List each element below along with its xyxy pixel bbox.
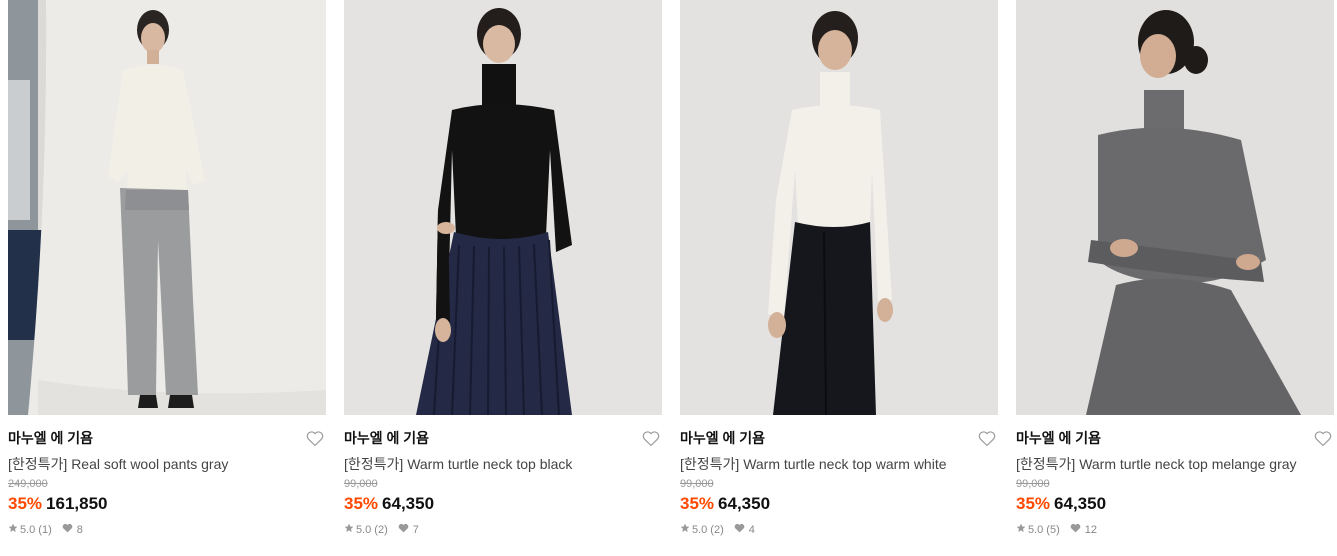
sale-price: 64,350 <box>718 494 771 513</box>
brand-name[interactable]: 마누엘 에 기욤 <box>1016 430 1334 447</box>
like-count: 7 <box>412 524 419 536</box>
heart-filled-icon <box>734 523 745 537</box>
like-count: 4 <box>748 524 755 536</box>
rating-value: 5.0 <box>356 524 372 536</box>
star-icon <box>1016 523 1026 537</box>
price-row: 35% 64,350 <box>1016 494 1334 514</box>
discount-rate: 35% <box>680 494 715 513</box>
product-image[interactable] <box>8 0 326 415</box>
product-card[interactable]: 마누엘 에 기욤 [한정특가] Warm turtle neck top war… <box>680 0 998 537</box>
product-info: 마누엘 에 기욤 [한정특가] Warm turtle neck top war… <box>680 415 998 537</box>
discount-rate: 35% <box>344 494 379 513</box>
heart-filled-icon <box>1070 523 1081 537</box>
original-price: 99,000 <box>344 478 378 490</box>
price-row: 35% 64,350 <box>680 494 998 514</box>
product-stats: 5.0 (2) 7 <box>344 523 662 537</box>
product-grid: 마누엘 에 기욤 [한정특가] Real soft wool pants gra… <box>0 0 1337 556</box>
discount-rate: 35% <box>1016 494 1051 513</box>
heart-filled-icon <box>398 523 409 537</box>
brand-name[interactable]: 마누엘 에 기욤 <box>680 430 998 447</box>
product-stats: 5.0 (2) 4 <box>680 523 998 537</box>
heart-filled-icon <box>62 523 73 537</box>
product-card[interactable]: 마누엘 에 기욤 [한정특가] Real soft wool pants gra… <box>8 0 326 537</box>
original-price: 249,000 <box>8 478 48 490</box>
product-info: 마누엘 에 기욤 [한정특가] Warm turtle neck top mel… <box>1016 415 1334 537</box>
rating-value: 5.0 <box>1028 524 1044 536</box>
original-price: 99,000 <box>1016 478 1050 490</box>
like-count: 12 <box>1084 524 1097 536</box>
product-title[interactable]: [한정특가] Warm turtle neck top black <box>344 455 662 473</box>
wishlist-heart-icon[interactable] <box>642 430 660 447</box>
like-count: 8 <box>76 524 83 536</box>
review-count: (1) <box>38 524 52 536</box>
product-image[interactable] <box>680 0 998 415</box>
review-count: (2) <box>710 524 724 536</box>
product-title[interactable]: [한정특가] Real soft wool pants gray <box>8 455 326 473</box>
rating-value: 5.0 <box>20 524 36 536</box>
brand-name[interactable]: 마누엘 에 기욤 <box>344 430 662 447</box>
product-info: 마누엘 에 기욤 [한정특가] Real soft wool pants gra… <box>8 415 326 537</box>
product-image[interactable] <box>344 0 662 415</box>
price-row: 35% 161,850 <box>8 494 326 514</box>
star-icon <box>8 523 18 537</box>
product-stats: 5.0 (5) 12 <box>1016 523 1334 537</box>
product-info: 마누엘 에 기욤 [한정특가] Warm turtle neck top bla… <box>344 415 662 537</box>
review-count: (2) <box>374 524 388 536</box>
wishlist-heart-icon[interactable] <box>306 430 324 447</box>
product-title[interactable]: [한정특가] Warm turtle neck top warm white <box>680 455 998 473</box>
discount-rate: 35% <box>8 494 43 513</box>
wishlist-heart-icon[interactable] <box>1314 430 1332 447</box>
sale-price: 64,350 <box>382 494 435 513</box>
original-price: 99,000 <box>680 478 714 490</box>
star-icon <box>344 523 354 537</box>
product-card[interactable]: 마누엘 에 기욤 [한정특가] Warm turtle neck top bla… <box>344 0 662 537</box>
product-card[interactable]: 마누엘 에 기욤 [한정특가] Warm turtle neck top mel… <box>1016 0 1334 537</box>
sale-price: 64,350 <box>1054 494 1107 513</box>
rating-value: 5.0 <box>692 524 708 536</box>
wishlist-heart-icon[interactable] <box>978 430 996 447</box>
price-row: 35% 64,350 <box>344 494 662 514</box>
star-icon <box>680 523 690 537</box>
brand-name[interactable]: 마누엘 에 기욤 <box>8 430 326 447</box>
product-stats: 5.0 (1) 8 <box>8 523 326 537</box>
sale-price: 161,850 <box>46 494 108 513</box>
product-title[interactable]: [한정특가] Warm turtle neck top melange gray <box>1016 455 1334 473</box>
review-count: (5) <box>1046 524 1060 536</box>
product-image[interactable] <box>1016 0 1334 415</box>
